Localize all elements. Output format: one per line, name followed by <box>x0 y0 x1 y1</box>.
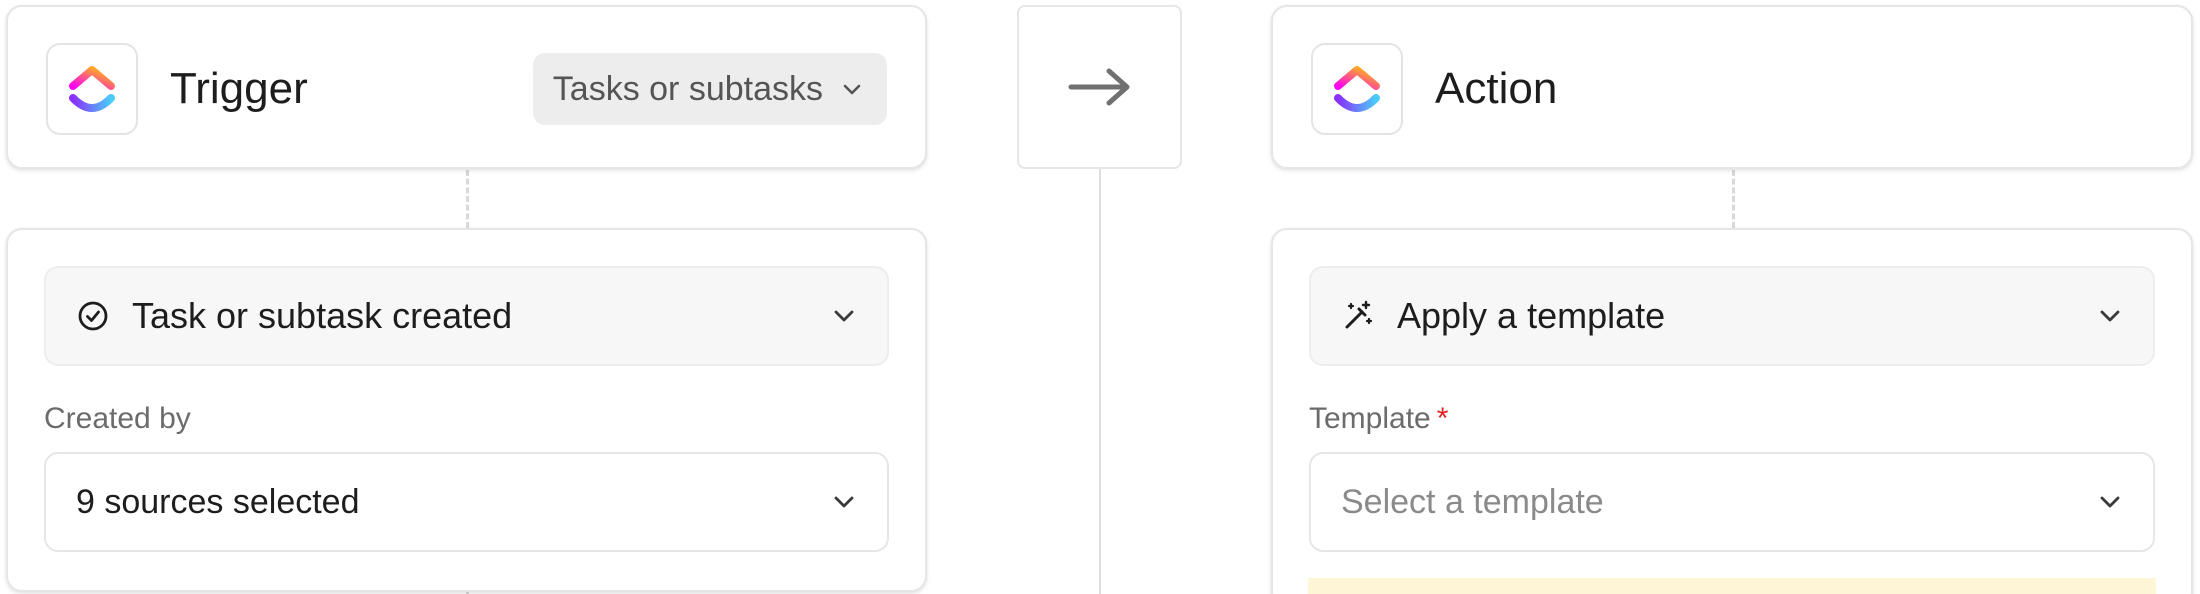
trigger-event-select[interactable]: Task or subtask created <box>44 266 889 366</box>
chevron-down-icon <box>2095 487 2125 517</box>
magic-wand-icon <box>1341 299 1375 333</box>
created-by-select[interactable]: 9 sources selected <box>44 452 889 552</box>
template-placeholder: Select a template <box>1341 482 1604 521</box>
check-circle-icon <box>76 299 110 333</box>
action-connector <box>1732 170 1735 228</box>
warning-banner <box>1308 578 2156 594</box>
action-event-label: Apply a template <box>1397 295 1666 336</box>
trigger-event-label: Task or subtask created <box>132 295 513 336</box>
action-header-card[interactable]: Action <box>1271 5 2193 169</box>
created-by-label: Created by <box>44 402 191 435</box>
template-label: Template * <box>1309 402 1448 436</box>
action-body-card: Apply a template Template * Select a temp… <box>1271 228 2193 594</box>
template-label-text: Template <box>1309 402 1431 435</box>
trigger-header-card[interactable]: Trigger Tasks or subtasks <box>6 5 927 169</box>
chevron-down-icon <box>829 301 859 331</box>
automation-builder: Trigger Tasks or subtasks Action Task or… <box>0 0 2200 594</box>
action-title: Action <box>1435 64 1558 113</box>
arrow-right-icon <box>1068 68 1129 106</box>
action-app-logo <box>1311 43 1403 135</box>
chevron-down-icon <box>2095 301 2125 331</box>
chevron-down-icon <box>843 84 861 95</box>
created-by-value: 9 sources selected <box>76 482 360 521</box>
trigger-scope-dropdown[interactable]: Tasks or subtasks <box>532 53 887 125</box>
required-marker: * <box>1436 402 1449 435</box>
clickup-logo-icon <box>69 66 115 112</box>
trigger-connector <box>466 170 469 228</box>
clickup-logo-icon <box>1334 66 1380 112</box>
flow-arrow-box <box>1017 5 1182 169</box>
trigger-app-logo <box>46 43 138 135</box>
trigger-body-card: Task or subtask created Created by 9 sou… <box>6 228 927 592</box>
trigger-scope-label: Tasks or subtasks <box>552 69 823 108</box>
flow-line <box>1099 169 1101 594</box>
action-event-select[interactable]: Apply a template <box>1309 266 2155 366</box>
template-select[interactable]: Select a template <box>1309 452 2155 552</box>
chevron-down-icon <box>829 487 859 517</box>
trigger-title: Trigger <box>170 64 308 113</box>
